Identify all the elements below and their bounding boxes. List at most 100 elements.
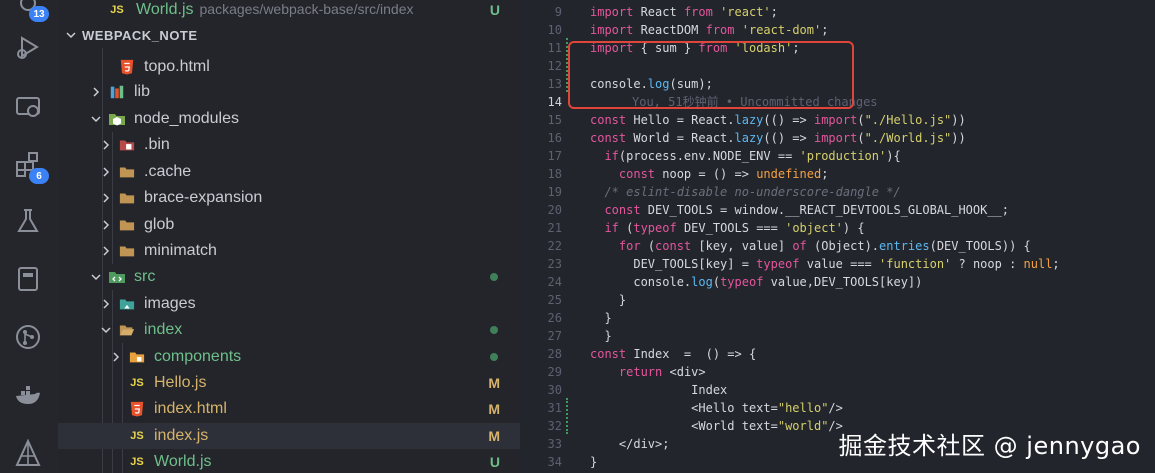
line-number: 24 — [547, 275, 562, 289]
tree-item-index-folder[interactable]: index — [58, 317, 520, 343]
folder-icon — [118, 189, 136, 207]
tree-item-label: src — [134, 268, 156, 285]
tree-item-topo-html[interactable]: topo.html — [58, 54, 520, 80]
tree-item-label: topo.html — [144, 58, 210, 75]
line-number: 22 — [547, 239, 562, 253]
line-number: 19 — [547, 185, 562, 199]
folder-lib-icon — [108, 83, 126, 101]
js-file-icon: JS — [110, 4, 124, 16]
deploy-icon[interactable] — [11, 436, 45, 470]
folder-components-icon — [128, 348, 146, 366]
line-number: 31 — [547, 401, 562, 415]
tree-item-world-js[interactable]: JS World.js U — [58, 449, 520, 473]
line-number: 9 — [554, 5, 562, 19]
tree-item-label: node_modules — [134, 110, 239, 127]
html-file-icon — [128, 400, 146, 418]
watermark: 掘金技术社区 @ jennygao — [838, 432, 1141, 460]
code-line: } — [590, 329, 612, 343]
line-number: 26 — [547, 311, 562, 325]
line-number: 14 — [547, 95, 562, 109]
open-editor-label: World.js packages/webpack-base/src/index — [136, 1, 414, 19]
code-line: } — [590, 311, 612, 325]
explorer-sidebar: JS World.js packages/webpack-base/src/ind… — [58, 0, 520, 473]
line-number: 30 — [547, 383, 562, 397]
code-line: const noop = () => undefined; — [618, 167, 829, 181]
line-number: 17 — [547, 149, 562, 163]
chevron-down-icon — [66, 30, 76, 40]
bookmarks-icon[interactable] — [11, 262, 45, 296]
tree-item-minimatch[interactable]: minimatch — [58, 238, 520, 264]
activity-bar: 13 6 — [0, 0, 58, 473]
tree-item-label: Hello.js — [154, 374, 207, 391]
chevron-down-icon — [91, 272, 101, 282]
chevron-right-icon — [101, 193, 111, 203]
line-number: 12 — [547, 59, 562, 73]
code-line: for (const [key, value] of (Object).entr… — [618, 239, 1031, 253]
docker-icon[interactable] — [11, 378, 45, 412]
chevron-right-icon — [101, 167, 111, 177]
code-line: const World = React.lazy(() => import(".… — [590, 131, 966, 145]
source-control-icon[interactable]: 13 — [11, 0, 49, 22]
tree-item-src[interactable]: src — [58, 264, 520, 290]
tree-item-cache[interactable]: .cache — [58, 159, 520, 185]
folder-icon — [118, 216, 136, 234]
line-number: 20 — [547, 203, 562, 217]
code-line: <World text="world"/> — [590, 419, 843, 433]
chevron-right-icon — [101, 220, 111, 230]
line-number: 23 — [547, 257, 562, 271]
chevron-right-icon — [101, 246, 111, 256]
code-line: } — [590, 455, 598, 469]
tree-item-label: lib — [134, 83, 151, 100]
code-line: console.log(typeof value,DEV_TOOLS[key]) — [590, 275, 923, 289]
run-debug-icon[interactable] — [11, 30, 45, 64]
chevron-down-icon — [91, 114, 101, 124]
code-line: if(process.env.NODE_ENV == 'production')… — [604, 149, 901, 163]
chevron-down-icon — [101, 325, 111, 335]
open-editor-world-js[interactable]: JS World.js packages/webpack-base/src/ind… — [58, 0, 520, 23]
line-number: 15 — [547, 113, 562, 127]
testing-icon[interactable] — [11, 204, 45, 238]
line-number: 18 — [547, 167, 562, 181]
git-status-modified: M — [488, 428, 500, 444]
tree-item-node-modules[interactable]: node_modules — [58, 106, 520, 132]
git-graph-icon[interactable] — [11, 320, 45, 354]
tree-item-label: World.js — [154, 453, 212, 470]
tree-item-index-html[interactable]: index.html M — [58, 396, 520, 422]
line-number: 13 — [547, 77, 562, 91]
tree-item-brace-expansion[interactable]: brace-expansion — [58, 185, 520, 211]
code-line: DEV_TOOLS[key] = typeof value === 'funct… — [590, 257, 1060, 271]
folder-images-icon — [118, 295, 136, 313]
highlight-box — [568, 41, 854, 109]
remote-explorer-icon[interactable] — [11, 90, 45, 124]
tree-item-images[interactable]: images — [58, 291, 520, 317]
chevron-right-icon — [91, 87, 101, 97]
extensions-badge: 6 — [29, 168, 49, 184]
tree-item-glob[interactable]: glob — [58, 212, 520, 238]
open-editor-path: packages/webpack-base/src/index — [199, 1, 414, 17]
code-line: </div>; — [590, 437, 670, 451]
tree-item-label: .bin — [144, 136, 170, 153]
git-status-untracked: U — [489, 2, 500, 18]
tree-item-label: images — [144, 295, 196, 312]
tree-item-index-js[interactable]: JS index.js M — [58, 423, 520, 449]
workspace-section-header[interactable]: WEBPACK_NOTE — [58, 22, 520, 48]
tree-item-components[interactable]: components — [58, 344, 520, 370]
line-number: 27 — [547, 329, 562, 343]
git-modified-dot — [490, 326, 498, 334]
line-number: 25 — [547, 293, 562, 307]
git-status-modified: M — [488, 401, 500, 417]
code-line: <Hello text="hello"/> — [590, 401, 843, 415]
tree-item-lib[interactable]: lib — [58, 79, 520, 105]
tree-item-label: glob — [144, 216, 175, 233]
code-line: const Hello = React.lazy(() => import(".… — [590, 113, 966, 127]
folder-node-icon — [108, 110, 126, 128]
extensions-icon[interactable]: 6 — [11, 148, 49, 184]
code-line: const Index = () => { — [590, 347, 757, 361]
code-line: const DEV_TOOLS = window.__REACT_DEVTOOL… — [604, 203, 1010, 217]
tree-item-hello-js[interactable]: JS Hello.js M — [58, 370, 520, 396]
chevron-right-icon — [101, 299, 111, 309]
js-file-icon: JS — [130, 377, 144, 389]
tree-item-bin[interactable]: .bin — [58, 132, 520, 158]
workspace-title: WEBPACK_NOTE — [82, 27, 198, 43]
line-number: 33 — [547, 437, 562, 451]
